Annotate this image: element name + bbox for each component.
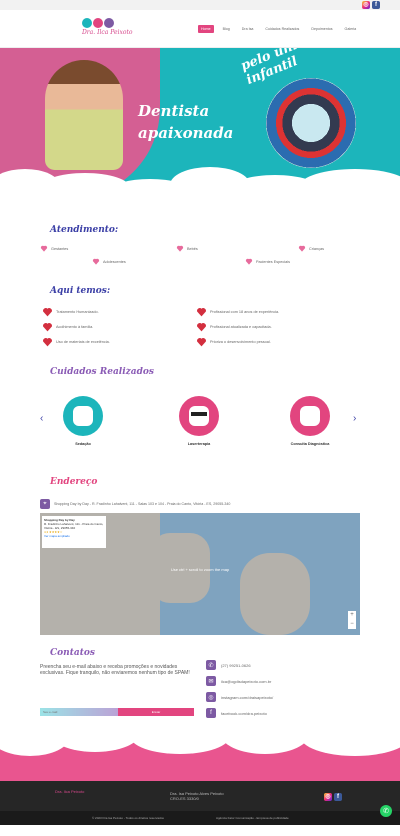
contact-facebook[interactable]: f facebook.com/dra.peixoto xyxy=(206,708,267,718)
contact-phone[interactable]: ✆ (27) 99251-0626 xyxy=(206,660,251,670)
hero-title: Dentista apaixonada xyxy=(138,102,234,142)
heart-icon xyxy=(197,308,206,317)
instagram-icon: ◎ xyxy=(206,692,216,702)
nav-home[interactable]: Home xyxy=(198,25,214,33)
cuidados-section: Cuidados Realizados ‹ › Sedação Laserter… xyxy=(0,361,400,471)
address-line: ⌖ Shopping Day by Day - R. Fradinho Laha… xyxy=(40,499,230,509)
zoom-in-button[interactable]: + xyxy=(348,611,356,620)
agency-credit[interactable]: Agência Fator Comunicação - Empresa de p… xyxy=(216,816,289,820)
endereco-title: Endereço xyxy=(50,477,98,487)
copyright: © 2023 Dra Isa Peixoto - Todos os direit… xyxy=(92,816,164,820)
carousel-prev-button[interactable]: ‹ xyxy=(40,413,43,424)
top-social: ◎ f xyxy=(362,1,380,9)
footer-name: Dra. Isa Peixoto Alves Peixoto CRO-ES 33… xyxy=(170,791,224,801)
carousel-next-button[interactable]: › xyxy=(353,413,356,424)
submit-button[interactable]: Enviar xyxy=(118,708,194,716)
list-item: Tratamento Humanizado. xyxy=(42,307,99,317)
mail-icon: ✉ xyxy=(206,676,216,686)
heart-icon xyxy=(197,338,206,347)
service-card-laserterapia[interactable]: Laserterapia xyxy=(174,396,224,446)
atendimento-section: Atendimento: Gestantes Bebês Crianças Ad… xyxy=(0,193,400,273)
map-scroll-hint: Use ctrl + scroll to zoom the map xyxy=(170,567,230,572)
cuidados-title: Cuidados Realizados xyxy=(50,367,154,377)
heart-icon xyxy=(298,245,306,252)
email-input[interactable] xyxy=(40,708,118,716)
hero-dentist-photo xyxy=(45,60,123,170)
tooth-happy-icon xyxy=(290,396,330,436)
nav-galeria[interactable]: Galeria xyxy=(342,25,360,33)
service-card-sedacao[interactable]: Sedação xyxy=(58,396,108,446)
list-item: Adolescentes xyxy=(92,258,126,265)
nav-cuidados[interactable]: Cuidados Realizados xyxy=(262,25,302,33)
tooth-laser-icon xyxy=(179,396,219,436)
map-place-card: Shopping Day by Day R. Fradinho Lahalven… xyxy=(42,516,106,548)
heart-icon xyxy=(40,245,48,252)
contatos-section: Contatos Preencha seu e-mail abaixo e re… xyxy=(0,636,400,736)
enlarge-map-link[interactable]: Ver mapa ampliado xyxy=(44,534,104,538)
atendimento-title: Atendimento: xyxy=(50,225,119,235)
contatos-title: Contatos xyxy=(50,648,95,658)
contact-email[interactable]: ✉ ilca@ogdisdapeixoto.com.br xyxy=(206,676,271,686)
logo-circle xyxy=(93,18,103,28)
nav-depoimentos[interactable]: Depoimentos xyxy=(308,25,335,33)
nav-dra-isa[interactable]: Dra Isa xyxy=(239,25,257,33)
list-item: Crianças xyxy=(298,245,324,252)
heart-icon xyxy=(197,323,206,332)
facebook-icon[interactable]: f xyxy=(334,793,342,801)
whatsapp-icon[interactable]: ✆ xyxy=(380,805,392,817)
heart-icon xyxy=(92,258,100,265)
logo-circle xyxy=(82,18,92,28)
site-logo[interactable]: Dra. Ilca Peixoto xyxy=(82,18,133,42)
tooth-sleeping-icon xyxy=(63,396,103,436)
site-footer: Dra. Ilca Peixoto Dra. Isa Peixoto Alves… xyxy=(0,781,400,811)
map-zoom-control: + − xyxy=(348,611,356,629)
heart-icon xyxy=(43,308,52,317)
nav-blog[interactable]: Blog xyxy=(220,25,233,33)
heart-icon xyxy=(245,258,253,265)
heart-icon xyxy=(43,338,52,347)
logo-circle xyxy=(104,18,114,28)
hero-children-photo xyxy=(266,78,356,168)
bottom-bar: © 2023 Dra Isa Peixoto - Todos os direit… xyxy=(0,805,400,825)
footer-clouds xyxy=(0,736,400,781)
heart-icon xyxy=(43,323,52,332)
footer-social: ◎ f xyxy=(324,793,342,801)
google-map[interactable]: Shopping Day by Day R. Fradinho Lahalven… xyxy=(40,513,360,635)
newsletter-form: Enviar xyxy=(40,708,194,716)
aqui-temos-title: Aqui temos: xyxy=(50,286,111,296)
zoom-out-button[interactable]: − xyxy=(348,620,356,629)
newsletter-intro: Preencha seu e-mail abaixo e receba prom… xyxy=(40,664,190,676)
location-pin-icon: ⌖ xyxy=(40,499,50,509)
instagram-icon[interactable]: ◎ xyxy=(362,1,370,9)
list-item: Pacientes Especiais xyxy=(245,258,290,265)
heart-icon xyxy=(176,245,184,252)
facebook-icon: f xyxy=(206,708,216,718)
top-bar: ◎ f xyxy=(0,0,400,10)
service-card-consulta[interactable]: Consulta Diagnóstica xyxy=(285,396,335,446)
aqui-temos-section: Aqui temos: Tratamento Humanizado. Profi… xyxy=(0,273,400,361)
list-item: Prioriza o desenvolvimento pessoal. xyxy=(196,337,271,347)
contact-instagram[interactable]: ◎ instagram.com/draisapeixoto/ xyxy=(206,692,273,702)
endereco-section: Endereço ⌖ Shopping Day by Day - R. Frad… xyxy=(0,471,400,636)
footer-logo[interactable]: Dra. Ilca Peixoto xyxy=(55,789,84,794)
instagram-icon[interactable]: ◎ xyxy=(324,793,332,801)
list-item: Bebês xyxy=(176,245,198,252)
main-nav: Home Blog Dra Isa Cuidados Realizados De… xyxy=(198,25,359,33)
hero-clouds xyxy=(0,165,400,193)
list-item: Profissional com 18 anos de experiência. xyxy=(196,307,279,317)
facebook-icon[interactable]: f xyxy=(372,1,380,9)
list-item: Gestantes xyxy=(40,245,68,252)
phone-icon: ✆ xyxy=(206,660,216,670)
list-item: Profissional atualizada e capacitada. xyxy=(196,322,272,332)
hero-banner: Dentista apaixonada pelo universo infant… xyxy=(0,48,400,193)
site-header: Dra. Ilca Peixoto Home Blog Dra Isa Cuid… xyxy=(0,10,400,48)
list-item: Acolhimento à família. xyxy=(42,322,93,332)
logo-text: Dra. Ilca Peixoto xyxy=(82,29,133,36)
list-item: Uso de materiais de excelência. xyxy=(42,337,110,347)
